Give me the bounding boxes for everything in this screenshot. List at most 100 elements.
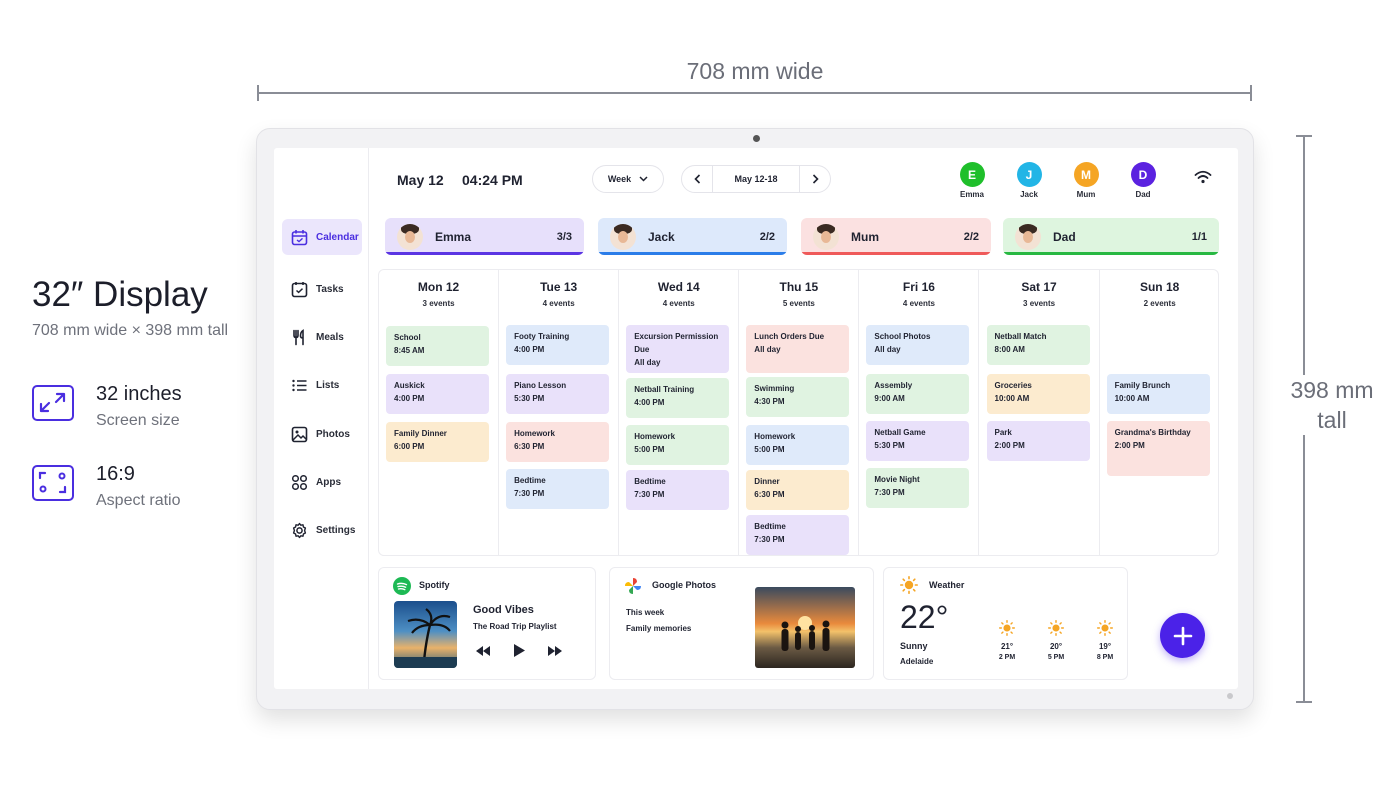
event-card[interactable]: Footy Training 4:00 PM — [506, 325, 610, 365]
spotify-widget[interactable]: Spotify Good Vibes The Road Trip Playlis… — [378, 567, 596, 680]
google-photos-widget[interactable]: Google Photos This week Family memories — [609, 567, 874, 680]
sidebar-item-lists[interactable]: Lists — [282, 367, 362, 403]
event-time: All day — [634, 358, 661, 367]
forecast-time: 8 PM — [1096, 654, 1114, 661]
aspect-ratio-icon — [32, 465, 74, 501]
event-time: 5:30 PM — [514, 394, 545, 403]
event-card[interactable]: Piano Lesson 5:30 PM — [506, 374, 610, 414]
view-select-value: Week — [607, 174, 632, 184]
event-title: Grandma's Birthday — [1114, 428, 1191, 437]
sidebar-item-meals[interactable]: Meals — [282, 319, 362, 355]
event-card[interactable]: Bedtime 7:30 PM — [626, 470, 730, 510]
event-card[interactable]: School 8:45 AM — [386, 326, 489, 366]
event-title: School Photos — [874, 332, 931, 341]
avatar-jack[interactable]: J Jack — [1009, 162, 1049, 199]
wifi-icon — [1194, 170, 1212, 184]
member-jack[interactable]: Jack 2/2 — [598, 218, 787, 255]
member-photo — [813, 223, 839, 250]
google-photos-title: Google Photos — [652, 580, 716, 590]
event-card[interactable]: Family Dinner 6:00 PM — [386, 422, 489, 462]
day-column: Mon 12 3 events School 8:45 AM Auskick 4:00 P… — [379, 270, 500, 555]
event-card[interactable]: Auskick 4:00 PM — [386, 374, 489, 414]
day-column: Tue 13 4 events Footy Training 4:00 PM Piano… — [499, 270, 620, 555]
avatar-dad[interactable]: D Dad — [1123, 162, 1163, 199]
event-card[interactable]: Family Brunch 10:00 AM — [1106, 374, 1210, 414]
height-dimension-cap-top — [1296, 135, 1312, 137]
sidebar-item-calendar[interactable]: Calendar — [282, 219, 362, 255]
event-title: Piano Lesson — [514, 381, 567, 390]
event-card[interactable]: Netball Match 8:00 AM — [986, 325, 1090, 365]
play-button[interactable] — [513, 643, 526, 658]
event-card[interactable]: Dinner 6:30 PM — [746, 470, 850, 510]
height-dimension-cap-bottom — [1296, 701, 1312, 703]
screen-size-label: Screen size — [96, 412, 180, 429]
event-time: 5:00 PM — [634, 445, 665, 454]
add-event-button[interactable] — [1160, 613, 1205, 658]
previous-week-button[interactable] — [682, 166, 712, 192]
event-title: Family Brunch — [1114, 381, 1171, 390]
header-date: May 12 — [397, 172, 444, 188]
sidebar-item-settings[interactable]: Settings — [282, 512, 362, 548]
day-heading: Thu 15 — [779, 280, 819, 294]
event-card[interactable]: Swimming 4:30 PM — [746, 377, 850, 417]
forecast-time: 5 PM — [1047, 654, 1065, 661]
event-card[interactable]: Grandma's Birthday 2:00 PM — [1106, 421, 1210, 476]
member-mum[interactable]: Mum 2/2 — [801, 218, 991, 255]
member-photo — [397, 223, 423, 250]
avatar-mum[interactable]: M Mum — [1066, 162, 1106, 199]
event-card[interactable]: Homework 5:00 PM — [626, 425, 730, 465]
event-card[interactable]: Netball Game 5:30 PM — [866, 421, 970, 461]
view-select[interactable]: Week — [592, 165, 664, 193]
sidebar-item-tasks[interactable]: Tasks — [282, 271, 362, 307]
member-photo — [610, 223, 636, 250]
sidebar-item-apps[interactable]: Apps — [282, 464, 362, 500]
calendar-icon — [291, 229, 308, 245]
family-photo[interactable] — [755, 587, 855, 668]
aspect-ratio-value: 16:9 — [96, 463, 135, 485]
chevron-left-icon — [693, 174, 700, 184]
event-time: 7:30 PM — [514, 489, 545, 498]
event-title: Netball Training — [634, 385, 695, 394]
event-card[interactable]: Assembly 9:00 AM — [866, 374, 970, 414]
chevron-down-icon — [639, 176, 648, 182]
member-dad[interactable]: Dad 1/1 — [1003, 218, 1219, 255]
day-event-count: 2 events — [1143, 299, 1176, 308]
event-card[interactable]: Lunch Orders Due All day — [746, 325, 850, 373]
event-title: Dinner — [754, 477, 780, 486]
event-card[interactable]: Movie Night 7:30 PM — [866, 468, 970, 508]
event-card[interactable]: Park 2:00 PM — [986, 421, 1090, 461]
rewind-button[interactable] — [475, 645, 491, 657]
fast-forward-button[interactable] — [547, 645, 563, 657]
sun-icon — [1097, 620, 1113, 636]
event-card[interactable]: Groceries 10:00 AM — [986, 374, 1090, 414]
event-title: Park — [994, 428, 1012, 437]
header-time: 04:24 PM — [462, 172, 523, 188]
event-card[interactable]: Homework 6:30 PM — [506, 422, 610, 462]
event-time: 9:00 AM — [874, 394, 905, 403]
event-card[interactable]: Netball Training 4:00 PM — [626, 378, 730, 418]
event-card[interactable]: Homework 5:00 PM — [746, 425, 850, 465]
member-emma[interactable]: Emma 3/3 — [385, 218, 584, 255]
weather-widget[interactable]: Weather 22° Sunny Adelaide 21° 2 PM 20° 5 P… — [883, 567, 1128, 680]
event-card[interactable]: Bedtime 7:30 PM — [746, 515, 850, 555]
event-title: Netball Match — [994, 332, 1047, 341]
avatar-emma[interactable]: E Emma — [952, 162, 992, 199]
sidebar-item-label: Lists — [316, 379, 340, 391]
date-range-navigator: May 12-18 — [681, 165, 831, 193]
event-card[interactable]: School Photos All day — [866, 325, 970, 365]
event-time: All day — [754, 345, 781, 354]
forecast-item: 19° 8 PM — [1090, 620, 1120, 661]
event-title: Bedtime — [634, 477, 666, 486]
avatar-circle: E — [959, 162, 985, 187]
sidebar-item-photos[interactable]: Photos — [282, 416, 362, 452]
event-card[interactable]: Bedtime 7:30 PM — [506, 469, 610, 509]
screen: Calendar Tasks Meals Lists Photos Apps S… — [274, 148, 1238, 689]
spec-subtitle: 708 mm wide × 398 mm tall — [32, 322, 229, 339]
next-week-button[interactable] — [800, 166, 830, 192]
avatar-circle: M — [1073, 162, 1099, 187]
avatar-name: Jack — [1020, 190, 1038, 199]
event-card[interactable]: Excursion Permission Due All day — [626, 325, 730, 373]
height-dimension-label: 398 mm tall — [1280, 375, 1384, 435]
member-task-count: 1/1 — [1191, 230, 1207, 243]
day-heading: Wed 14 — [657, 280, 700, 294]
